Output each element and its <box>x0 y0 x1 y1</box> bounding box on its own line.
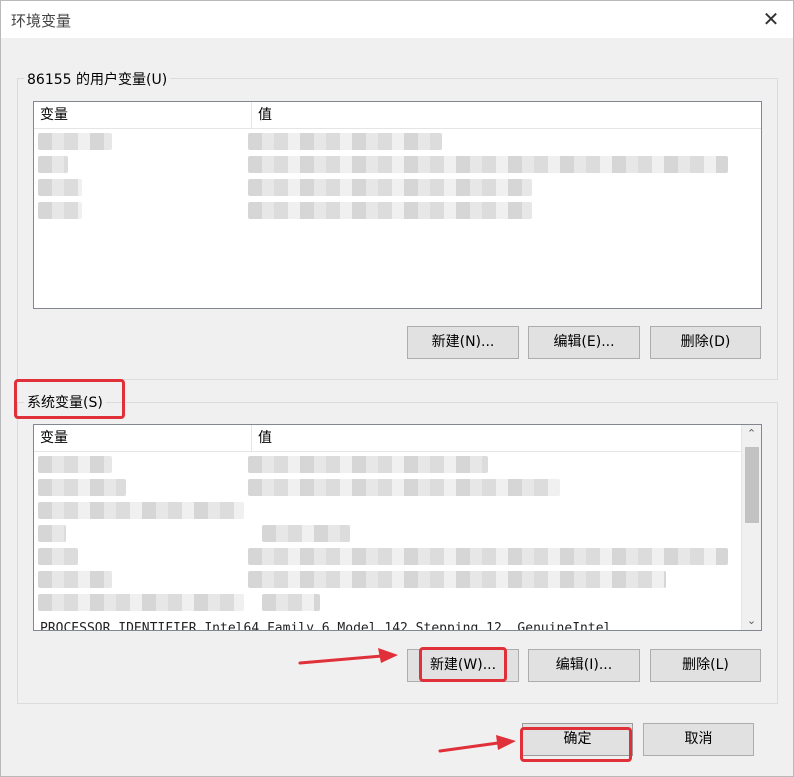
list-item[interactable] <box>34 499 740 522</box>
redacted-value <box>248 156 728 173</box>
annotation-arrow-icon <box>438 735 516 753</box>
column-header-variable[interactable]: 变量 <box>34 425 252 452</box>
list-item[interactable] <box>34 568 740 591</box>
user-list-header: 变量 值 <box>34 102 761 129</box>
title-bar: 环境变量 ✕ <box>1 1 793 38</box>
redacted-name <box>38 202 82 219</box>
list-item[interactable] <box>34 176 740 199</box>
highlight-box-new-button <box>419 647 507 682</box>
redacted-value <box>262 525 350 542</box>
system-list-header: 变量 值 <box>34 425 761 452</box>
scroll-up-icon[interactable]: ⌃ <box>742 425 761 443</box>
list-item[interactable] <box>34 545 740 568</box>
redacted-name <box>38 456 112 473</box>
redacted-name <box>38 571 112 588</box>
edit-system-variable-button[interactable]: 编辑(I)... <box>528 649 640 682</box>
list-item[interactable] <box>34 199 740 222</box>
redacted-value <box>248 179 532 196</box>
new-user-variable-button[interactable]: 新建(N)... <box>407 326 519 359</box>
user-variables-list[interactable]: 变量 值 <box>33 101 762 309</box>
highlight-box-ok-button <box>520 727 632 762</box>
redacted-name <box>38 479 126 496</box>
redacted-value <box>248 133 442 150</box>
scrollbar-thumb[interactable] <box>745 447 759 523</box>
redacted-name <box>38 502 244 519</box>
list-item[interactable] <box>34 591 740 614</box>
dialog-title: 环境变量 <box>11 12 72 30</box>
close-icon[interactable]: ✕ <box>759 7 783 31</box>
cancel-button[interactable]: 取消 <box>643 723 754 756</box>
column-header-value[interactable]: 值 <box>252 102 742 129</box>
redacted-name <box>38 525 66 542</box>
redacted-name <box>38 156 68 173</box>
list-item[interactable] <box>34 453 740 476</box>
list-item[interactable] <box>34 476 740 499</box>
list-item-processor-identifier[interactable]: PROCESSOR_IDENTIFIER Intel64 Family 6 Mo… <box>40 621 611 630</box>
list-item[interactable] <box>34 130 740 153</box>
edit-user-variable-button[interactable]: 编辑(E)... <box>528 326 640 359</box>
redacted-value <box>248 479 560 496</box>
column-header-variable[interactable]: 变量 <box>34 102 252 129</box>
redacted-name <box>38 133 112 150</box>
redacted-value <box>262 594 320 611</box>
redacted-name <box>38 179 82 196</box>
highlight-box-system-variables <box>14 379 125 419</box>
redacted-value <box>248 202 532 219</box>
delete-system-variable-button[interactable]: 删除(L) <box>650 649 761 682</box>
scroll-down-icon[interactable]: ⌄ <box>742 612 761 630</box>
redacted-value <box>248 456 488 473</box>
redacted-value <box>248 571 666 588</box>
delete-user-variable-button[interactable]: 删除(D) <box>650 326 761 359</box>
column-header-value[interactable]: 值 <box>252 425 742 452</box>
annotation-arrow-icon <box>298 648 398 665</box>
vertical-scrollbar[interactable]: ⌃ ⌄ <box>741 425 761 630</box>
user-variables-label: 86155 的用户变量(U) <box>24 69 171 89</box>
list-item[interactable] <box>34 153 740 176</box>
redacted-name <box>38 594 244 611</box>
system-variables-list[interactable]: 变量 值 PROCESSOR_IDENTIFIER Intel64 Family… <box>33 424 762 631</box>
redacted-name <box>38 548 78 565</box>
redacted-value <box>248 548 728 565</box>
list-item[interactable] <box>34 522 740 545</box>
